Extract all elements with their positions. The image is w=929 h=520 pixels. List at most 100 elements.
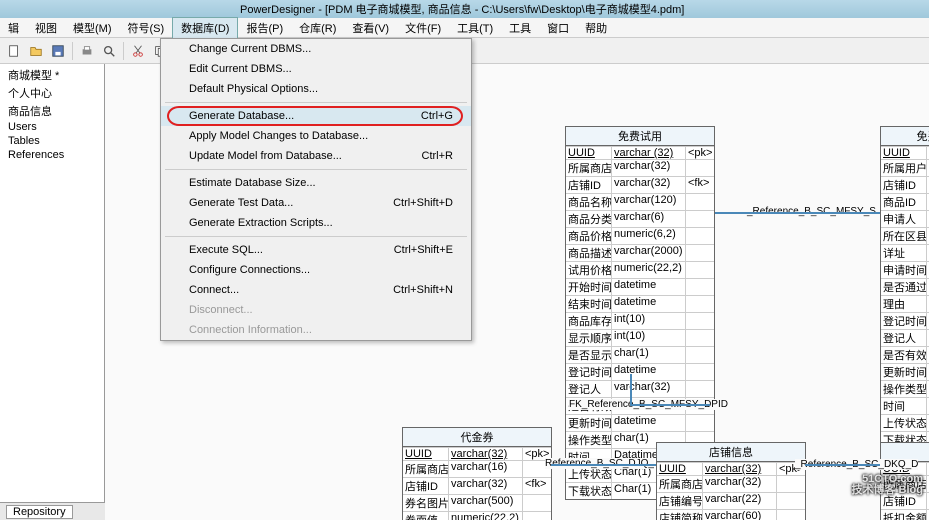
menu-item[interactable]: Change Current DBMS...: [161, 39, 471, 59]
table-row: 上传状态Char(1): [881, 414, 929, 431]
relationship-line: [805, 464, 880, 466]
table-row: 商品价格numeric(6,2): [566, 227, 714, 244]
new-icon[interactable]: [4, 41, 24, 61]
menu-separator: [165, 169, 467, 170]
menu-item[interactable]: Estimate Database Size...: [161, 173, 471, 193]
open-icon[interactable]: [26, 41, 46, 61]
tree-item[interactable]: Tables: [2, 134, 102, 148]
db-table[interactable]: 免费试用申请人UUIDvarchar(32)<pk>所属用户varchar(32…: [880, 126, 929, 449]
menu-item[interactable]: 符号(S): [120, 18, 173, 38]
table-row: 是否有效char(1): [881, 346, 929, 363]
table-row: UUIDvarchar(32)<pk>: [657, 462, 805, 475]
table-row: 商品库存int(10): [566, 312, 714, 329]
table-row: UUIDvarchar (32)<pk>: [566, 146, 714, 159]
table-row: 店铺IDvarchar(32): [881, 176, 929, 193]
menu-item[interactable]: 视图: [27, 18, 65, 38]
save-icon[interactable]: [48, 41, 68, 61]
menu-item[interactable]: 工具: [501, 18, 539, 38]
table-row: 抵扣金额: [881, 509, 929, 520]
separator: [123, 42, 124, 60]
table-row: 店铺简称varchar(60): [657, 509, 805, 520]
table-row: 登记人varchar(32): [566, 380, 714, 397]
print-icon[interactable]: [77, 41, 97, 61]
table-row: 详址varchar(200): [881, 244, 929, 261]
menu-item: Connection Information...: [161, 320, 471, 340]
table-row: 时间Datatime(1): [881, 397, 929, 414]
table-row: 所属用户varchar(32): [881, 159, 929, 176]
menu-item: Disconnect...: [161, 300, 471, 320]
table-row: 券名图片varchar(500): [403, 494, 551, 511]
menu-item[interactable]: 帮助: [577, 18, 615, 38]
table-row: 商品分类varchar(6): [566, 210, 714, 227]
menu-item[interactable]: Update Model from Database...Ctrl+R: [161, 146, 471, 166]
table-row: 店铺IDvarchar(32)<fk>: [566, 176, 714, 193]
tree-item[interactable]: 个人中心: [2, 84, 102, 102]
table-row: 试用价格numeric(22,2): [566, 261, 714, 278]
tree-item[interactable]: 商品信息: [2, 102, 102, 120]
watermark: 51CTO.com 技术博客 Blog: [852, 467, 924, 496]
relationship-line: [630, 404, 710, 406]
table-row: 店铺编号varchar(22): [657, 492, 805, 509]
table-row: 理由varchar(1000): [881, 295, 929, 312]
menu-item[interactable]: 模型(M): [65, 18, 120, 38]
sidebar[interactable]: 商城模型 * 个人中心 商品信息 Users Tables References: [0, 64, 105, 520]
table-row: 开始时间datetime: [566, 278, 714, 295]
table-row: 结束时间datetime: [566, 295, 714, 312]
table-row: 商品名称varchar(120): [566, 193, 714, 210]
menu-item[interactable]: 辑: [0, 18, 27, 38]
table-row: 更新时间datetime: [881, 363, 929, 380]
tree-item[interactable]: References: [2, 148, 102, 162]
relationship-line: [630, 374, 632, 404]
menu-item[interactable]: Connect...Ctrl+Shift+N: [161, 280, 471, 300]
menu-item[interactable]: 报告(P): [238, 18, 291, 38]
menu-item[interactable]: Generate Database...Ctrl+G: [161, 106, 471, 126]
title-bar: PowerDesigner - [PDM 电子商城模型, 商品信息 - C:\U…: [0, 0, 929, 18]
table-row: 显示顺序int(10): [566, 329, 714, 346]
menu-item[interactable]: 数据库(D): [172, 17, 238, 39]
table-row: 是否通过char(1): [881, 278, 929, 295]
table-row: 所属商店varchar(32): [566, 159, 714, 176]
menu-item[interactable]: Generate Test Data...Ctrl+Shift+D: [161, 193, 471, 213]
table-row: 登记人varchar(32): [881, 329, 929, 346]
table-title: 免费试用申请人: [881, 127, 929, 146]
repository-tab[interactable]: Repository: [0, 502, 105, 520]
relationship-line: [551, 464, 656, 466]
table-row: 所属商店varchar(32): [657, 475, 805, 492]
menu-item[interactable]: Execute SQL...Ctrl+Shift+E: [161, 240, 471, 260]
menu-item[interactable]: Generate Extraction Scripts...: [161, 213, 471, 233]
menu-item[interactable]: 查看(V): [344, 18, 397, 38]
table-row: 店铺IDvarchar(32)<fk>: [403, 477, 551, 494]
table-title: 免费试用: [566, 127, 714, 146]
table-title: 代金券: [403, 428, 551, 447]
table-row: 申请人varchar(40): [881, 210, 929, 227]
menu-item[interactable]: Apply Model Changes to Database...: [161, 126, 471, 146]
menu-item[interactable]: 工具(T): [449, 18, 501, 38]
menu-item[interactable]: Edit Current DBMS...: [161, 59, 471, 79]
tree-item[interactable]: Users: [2, 120, 102, 134]
tab-label[interactable]: Repository: [6, 505, 73, 519]
table-title: 店铺信息: [657, 443, 805, 462]
find-icon[interactable]: [99, 41, 119, 61]
table-row: 申请时间datetime: [881, 261, 929, 278]
menu-item[interactable]: 窗口: [539, 18, 577, 38]
table-row: 商品描述varchar(2000): [566, 244, 714, 261]
cut-icon[interactable]: [128, 41, 148, 61]
table-row: UUIDvarchar(32)<pk>: [881, 146, 929, 159]
menu-bar[interactable]: 辑视图模型(M)符号(S)数据库(D)报告(P)仓库(R)查看(V)文件(F)工…: [0, 18, 929, 38]
menu-item[interactable]: 文件(F): [397, 18, 449, 38]
db-table[interactable]: 代金券UUIDvarchar(32)<pk>所属商店varchar(16)店铺I…: [402, 427, 552, 520]
db-table[interactable]: 店铺信息UUIDvarchar(32)<pk>所属商店varchar(32)店铺…: [656, 442, 806, 520]
menu-item[interactable]: 仓库(R): [291, 18, 344, 38]
table-row: 商品IDvarchar(32)<fk>: [881, 193, 929, 210]
tree-item[interactable]: 商城模型 *: [2, 66, 102, 84]
table-row: 登记时间datetime: [566, 363, 714, 380]
table-row: 操作类型char(1): [881, 380, 929, 397]
table-row: 所在区县char(6): [881, 227, 929, 244]
menu-item[interactable]: Configure Connections...: [161, 260, 471, 280]
separator: [72, 42, 73, 60]
database-menu-dropdown[interactable]: Change Current DBMS...Edit Current DBMS.…: [160, 38, 472, 341]
menu-separator: [165, 102, 467, 103]
menu-item[interactable]: Default Physical Options...: [161, 79, 471, 99]
window-title: PowerDesigner - [PDM 电子商城模型, 商品信息 - C:\U…: [240, 1, 684, 17]
menu-separator: [165, 236, 467, 237]
